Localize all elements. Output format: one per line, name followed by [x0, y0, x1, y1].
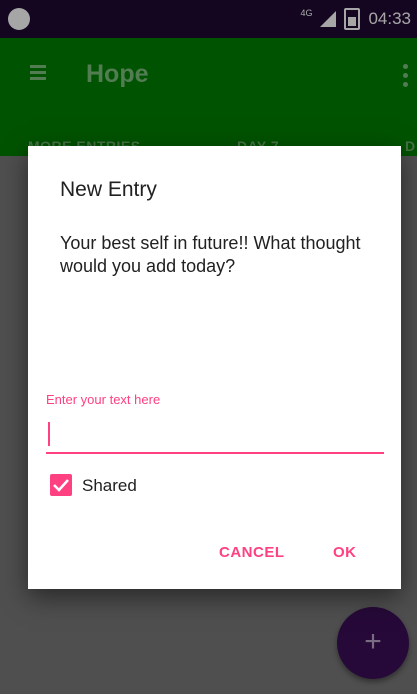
cancel-button[interactable]: CANCEL — [219, 544, 285, 561]
shared-label: Shared — [82, 476, 137, 495]
dialog-title: New Entry — [60, 178, 157, 201]
ok-button[interactable]: OK — [333, 544, 357, 561]
new-entry-dialog: New Entry Your best self in future!! Wha… — [28, 146, 401, 589]
dialog-message: Your best self in future!! What thought … — [60, 233, 361, 276]
shared-checkbox[interactable] — [50, 474, 72, 496]
checkmark-icon — [53, 479, 69, 492]
entry-input[interactable] — [46, 416, 384, 454]
text-cursor — [48, 422, 50, 446]
entry-input-label: Enter your text here — [46, 392, 161, 407]
